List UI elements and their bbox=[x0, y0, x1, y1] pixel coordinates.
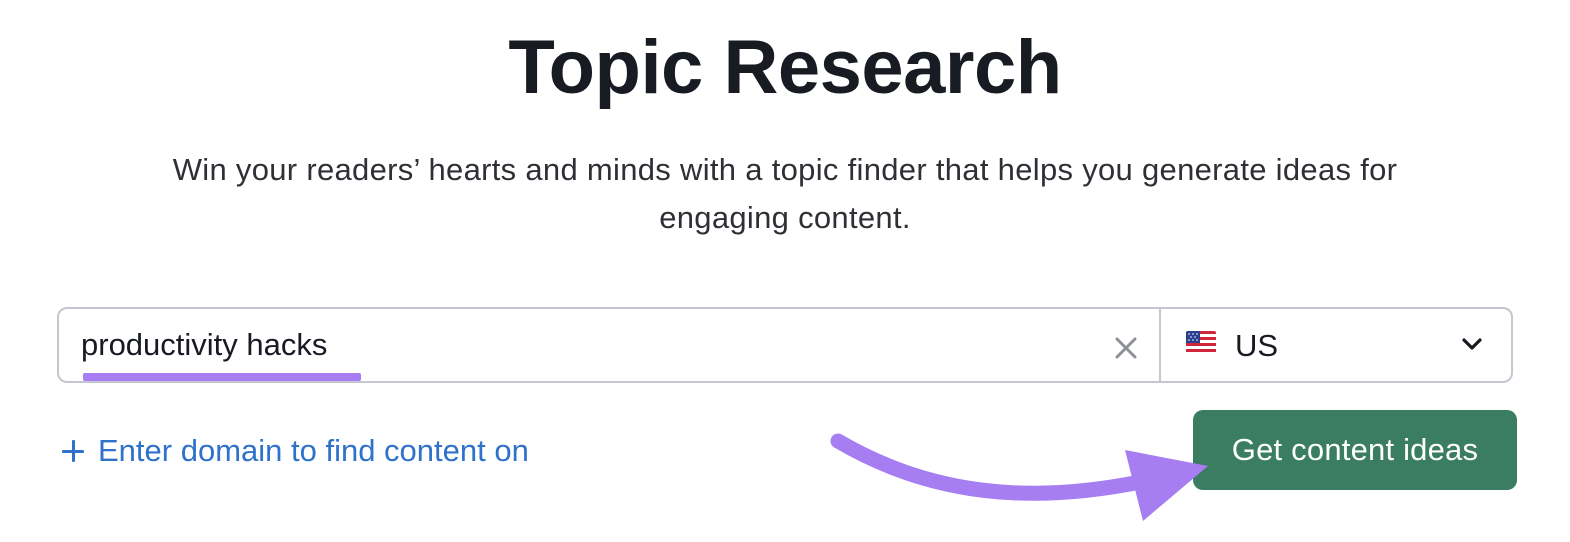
clear-button[interactable] bbox=[1109, 331, 1143, 365]
keyword-highlight-underline bbox=[83, 373, 361, 381]
get-content-ideas-button[interactable]: Get content ideas bbox=[1193, 410, 1517, 490]
close-icon bbox=[1115, 337, 1137, 359]
plus-icon bbox=[62, 440, 84, 462]
country-select[interactable]: US bbox=[1161, 309, 1511, 381]
add-domain-label: Enter domain to find content on bbox=[98, 433, 529, 468]
country-label: US bbox=[1235, 328, 1279, 363]
keyword-field bbox=[59, 309, 1159, 381]
add-domain-link[interactable]: Enter domain to find content on bbox=[62, 428, 529, 474]
chevron-down-icon bbox=[1462, 338, 1482, 350]
us-flag-icon bbox=[1186, 331, 1216, 353]
page-subtitle: Win your readers’ hearts and minds with … bbox=[172, 152, 1398, 235]
keyword-input[interactable] bbox=[81, 323, 1081, 367]
search-bar: US bbox=[57, 307, 1513, 383]
page-title: Topic Research bbox=[508, 25, 1062, 110]
